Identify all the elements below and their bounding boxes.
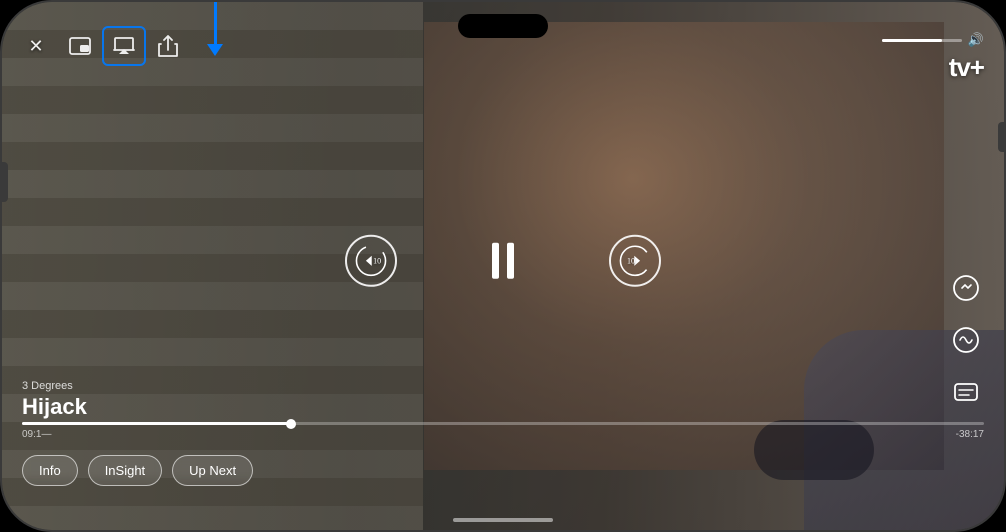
svg-text:10: 10 [627,257,635,266]
current-time: 09:1— [22,429,51,440]
pause-icon [492,243,514,279]
dynamic-island [458,14,548,38]
remaining-time: -38:17 [956,429,984,440]
svg-text:10: 10 [373,257,381,266]
volume-icon: 🔊 [968,32,984,48]
airplay-highlight [102,26,146,66]
show-subtitle: 3 Degrees [22,380,87,392]
appletv-logo: tv+ [949,52,984,83]
skip-forward-button[interactable]: 10 [609,235,661,287]
pip-button[interactable] [66,32,94,60]
audio-button[interactable] [948,322,984,358]
playback-controls: 10 10 [345,235,661,287]
ui-overlay: ✕ [2,2,1004,530]
airplay-button[interactable] [110,32,138,60]
top-left-controls: ✕ [22,32,182,60]
volume-control[interactable]: 🔊 [882,32,984,48]
tab-insight[interactable]: InSight [88,455,162,486]
volume-fill [882,39,942,42]
playback-speed-button[interactable] [948,270,984,306]
pause-button[interactable] [477,235,529,287]
time-labels: 09:1— -38:17 [22,429,984,440]
close-button[interactable]: ✕ [22,32,50,60]
tab-up-next[interactable]: Up Next [172,455,253,486]
tab-info[interactable]: Info [22,455,78,486]
progress-thumb [286,419,296,429]
progress-track[interactable] [22,422,984,425]
share-button[interactable] [154,32,182,60]
phone-frame: ✕ [0,0,1006,532]
top-right-controls: 🔊 tv+ [882,32,984,83]
show-title: Hijack [22,394,87,420]
home-indicator [453,518,553,522]
phone-side-button [2,162,8,202]
volume-track [882,39,962,42]
progress-fill [22,422,291,425]
bottom-tabs: Info InSight Up Next [22,455,253,486]
progress-container: 09:1— -38:17 [2,422,1004,440]
phone-power-button [998,122,1004,152]
right-controls [948,270,984,410]
show-info: 3 Degrees Hijack [22,380,87,420]
subtitles-button[interactable] [948,374,984,410]
skip-back-button[interactable]: 10 [345,235,397,287]
